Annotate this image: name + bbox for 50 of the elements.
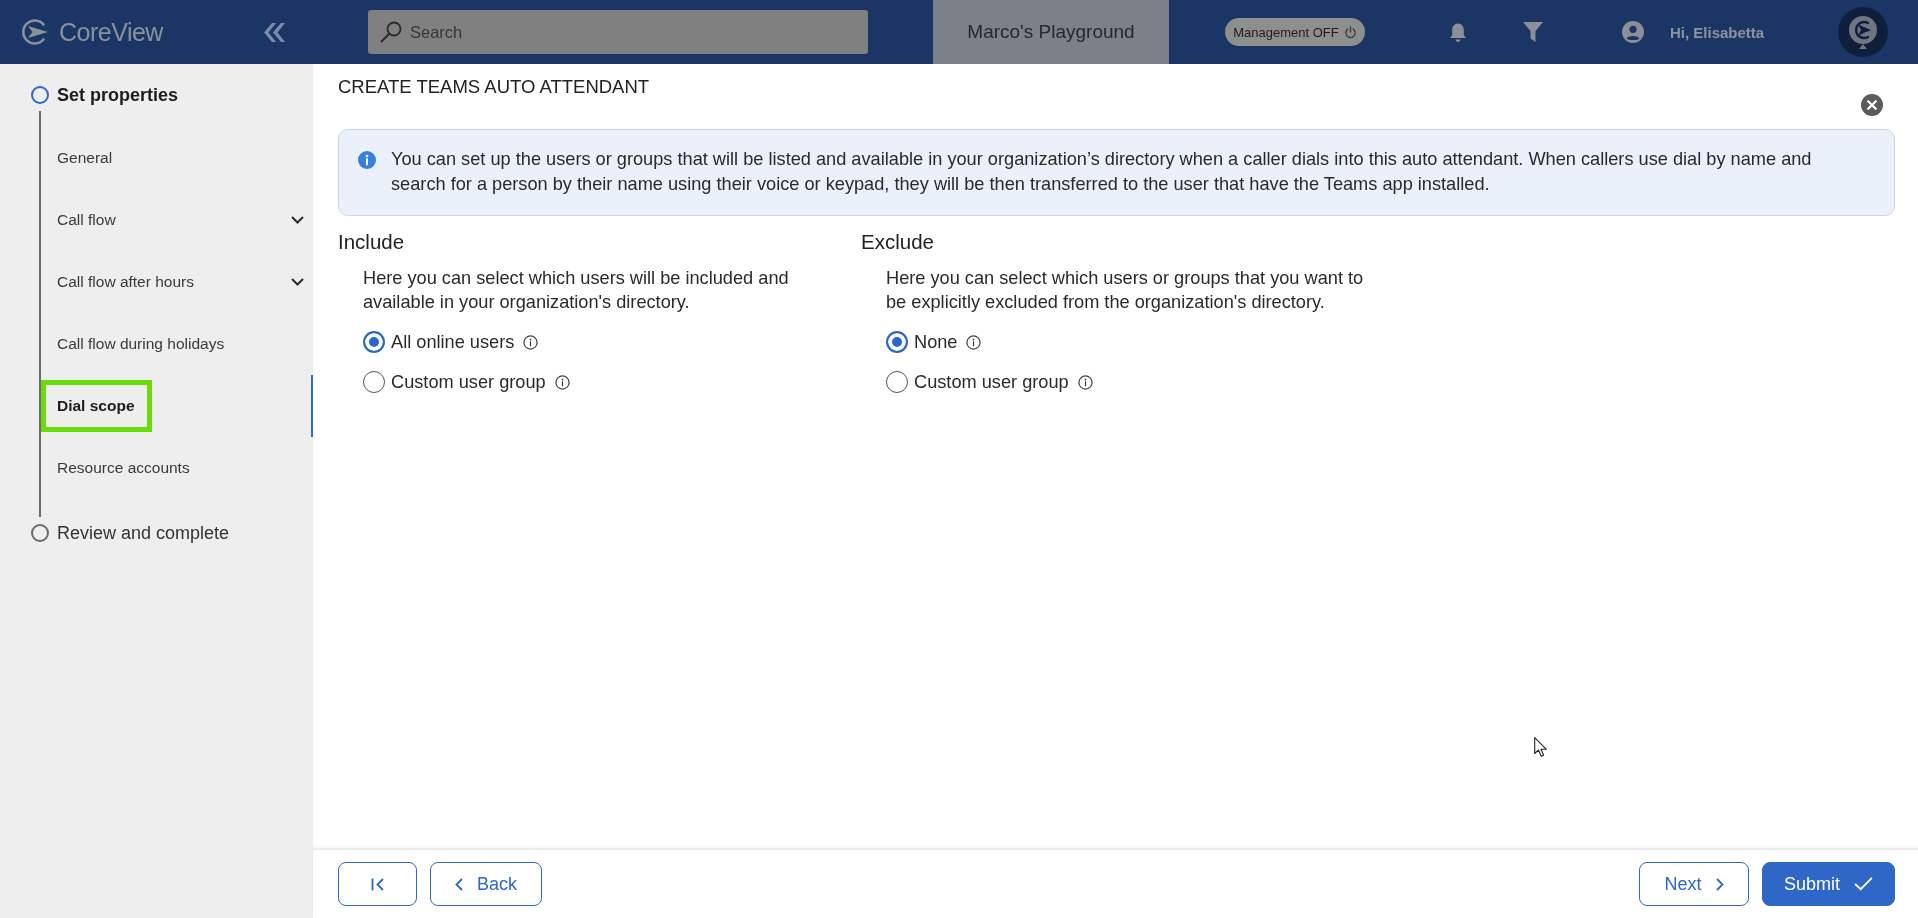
section-heading: Exclude [861, 230, 935, 254]
submit-button[interactable]: Submit [1762, 862, 1895, 906]
info-icon[interactable] [1077, 374, 1093, 390]
info-text: You can set up the users or groups that will be listed and available in your organization’s directory when a caller dials into this auto attendant. When callers use dial by name and search for a person by their name using their voice or keypad, they will be then transferred to the user that have the Teams app installed. [391, 148, 1813, 196]
section-description: Here you can select which users will be included and available in your organization's directory. [363, 267, 790, 314]
section-heading: Include [338, 230, 406, 254]
sidebar-item[interactable]: Call flow [41, 189, 313, 251]
chevron-left-icon [455, 877, 463, 891]
management-toggle[interactable]: Management OFF [1225, 18, 1365, 46]
info-icon [358, 151, 376, 169]
wizard-step[interactable]: Set properties [0, 79, 313, 111]
radio-button[interactable] [886, 331, 908, 353]
search-icon [380, 21, 402, 43]
radio-button[interactable] [363, 371, 385, 393]
radio-button[interactable] [886, 371, 908, 393]
search-field[interactable]: Search [368, 10, 868, 54]
sidebar-item[interactable]: Resource accounts [41, 437, 313, 499]
info-icon[interactable] [966, 334, 982, 350]
section-description: Here you can select which users or groups that you want to be explicitly excluded from the organization's directory. [886, 267, 1365, 314]
logo-icon [21, 17, 49, 47]
radio-option[interactable]: Custom user group [363, 362, 570, 402]
collapse-sidebar-icon[interactable] [263, 22, 285, 42]
first-page-button[interactable] [338, 862, 417, 906]
page-title: CREATE TEAMS AUTO ATTENDANT [338, 76, 650, 98]
user-account-icon[interactable] [1622, 21, 1644, 43]
bell-icon[interactable] [1449, 21, 1467, 43]
sidebar-item[interactable]: General [41, 127, 313, 189]
chevron-right-icon [1715, 877, 1724, 891]
sidebar-item[interactable]: Call flow during holidays [41, 313, 313, 375]
radio-button[interactable] [363, 331, 385, 353]
check-icon [1854, 877, 1873, 891]
radio-option[interactable]: None [886, 322, 982, 362]
sidebar-item[interactable]: Call flow after hours [41, 251, 313, 313]
wizard-step[interactable]: Review and complete [0, 517, 313, 549]
sidebar-item[interactable]: Dial scope [41, 375, 313, 437]
back-button[interactable]: Back [430, 862, 542, 906]
radio-option[interactable]: All online users [363, 322, 539, 362]
mouse-cursor-icon [1534, 737, 1547, 757]
power-icon [1343, 25, 1357, 39]
account-logo-icon[interactable] [1838, 7, 1888, 57]
info-icon[interactable] [554, 374, 570, 390]
next-button[interactable]: Next [1639, 862, 1749, 906]
workspace-tab[interactable]: Marco's Playground [933, 0, 1169, 64]
filter-icon[interactable] [1523, 22, 1543, 42]
radio-option[interactable]: Custom user group [886, 362, 1093, 402]
close-icon[interactable] [1861, 94, 1883, 116]
info-icon[interactable] [523, 334, 539, 350]
greeting-text: Hi, Elisabetta [1670, 23, 1765, 41]
logo-text: CoreView [59, 17, 163, 47]
first-page-icon [370, 877, 385, 891]
